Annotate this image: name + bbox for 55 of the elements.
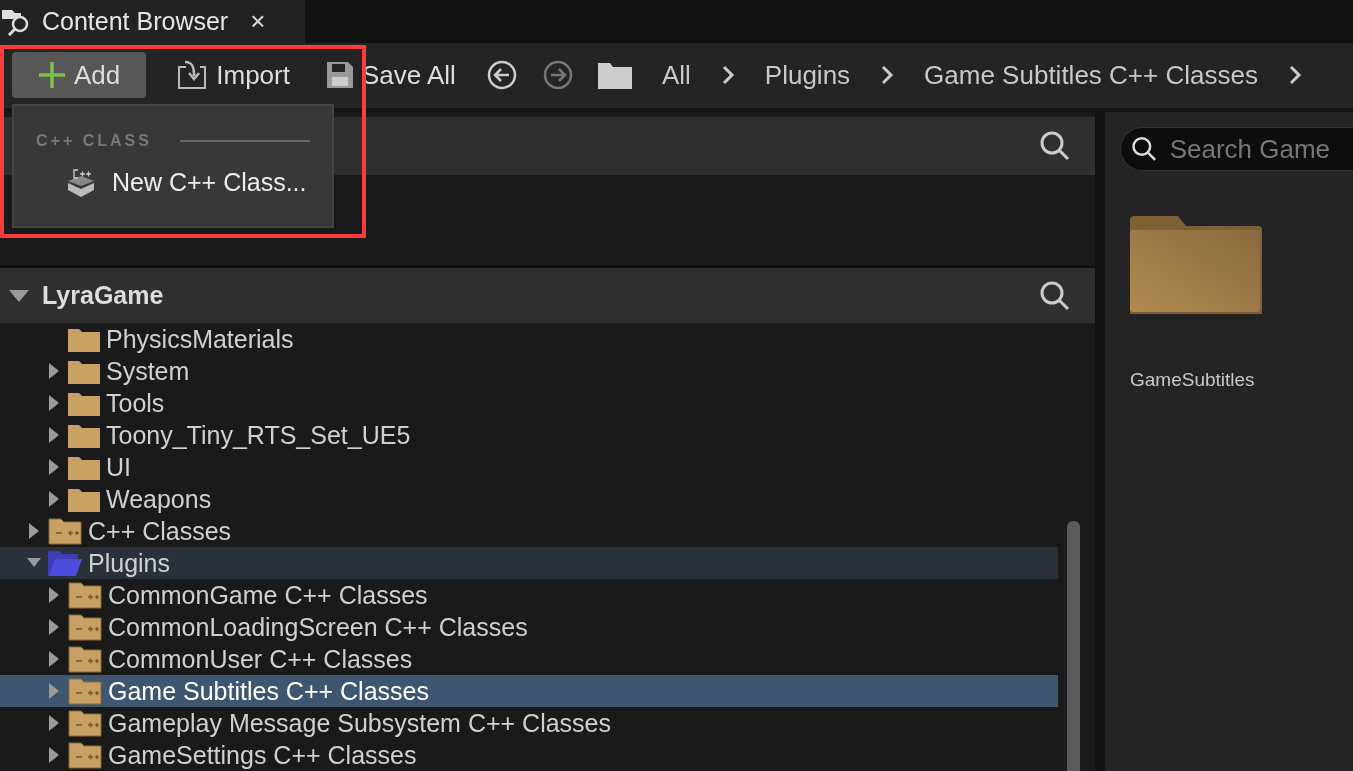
- folder-icon: [68, 486, 100, 512]
- tree-item[interactable]: Toony_Tiny_RTS_Set_UE5: [0, 419, 1058, 451]
- search-box[interactable]: Search Game: [1120, 127, 1353, 171]
- content-browser-tab[interactable]: Content Browser ×: [0, 0, 305, 43]
- import-icon: [176, 59, 209, 92]
- import-button[interactable]: Import: [170, 52, 296, 99]
- search-icon[interactable]: [1039, 130, 1071, 162]
- breadcrumb[interactable]: Plugins: [758, 59, 857, 91]
- code-folder-icon: [68, 613, 102, 641]
- code-folder-icon: [68, 709, 102, 737]
- cube-icon: [66, 168, 96, 197]
- close-button[interactable]: ×: [250, 5, 266, 37]
- chevron-right-icon: [1287, 64, 1302, 87]
- tree-root-label: LyraGame: [42, 281, 165, 310]
- tree-item[interactable]: GameSettings C++ Classes: [0, 739, 1058, 771]
- tree-item[interactable]: Weapons: [0, 483, 1058, 515]
- tree-item[interactable]: PhysicsMaterials: [0, 323, 1058, 355]
- tree-item[interactable]: UI: [0, 451, 1058, 483]
- tree-item[interactable]: Game Subtitles C++ Classes: [0, 675, 1058, 707]
- tree-item[interactable]: Gameplay Message Subsystem C++ Classes: [0, 707, 1058, 739]
- search-icon[interactable]: [1039, 279, 1071, 312]
- tab-title: Content Browser: [42, 6, 229, 36]
- caret-down-icon[interactable]: [8, 288, 30, 303]
- folder-icon: [68, 358, 100, 384]
- asset-label: GameSubtitles: [1130, 369, 1256, 391]
- tree-item[interactable]: Tools: [0, 387, 1058, 419]
- menu-section-label: C++ CLASS: [36, 132, 152, 150]
- folder-icon: [68, 326, 100, 352]
- folder-icon[interactable]: [1130, 216, 1262, 314]
- tree-item[interactable]: CommonUser C++ Classes: [0, 643, 1058, 675]
- folder-icon: [68, 390, 100, 416]
- chevron-right-icon: [720, 64, 735, 87]
- plus-icon: [38, 61, 66, 90]
- scrollbar-thumb[interactable]: [1067, 521, 1080, 771]
- tree-item[interactable]: System: [0, 355, 1058, 387]
- menu-item[interactable]: New C++ Class...: [36, 168, 310, 197]
- folder-icon: [68, 422, 100, 448]
- breadcrumb[interactable]: Game Subtitles C++ Classes: [918, 59, 1264, 91]
- tree-item[interactable]: C++ Classes: [0, 515, 1058, 547]
- folder-icon: [68, 454, 100, 480]
- breadcrumb[interactable]: All: [655, 59, 697, 91]
- chevron-right-icon: [880, 64, 895, 87]
- folder-icon: [597, 61, 632, 90]
- save-icon: [325, 61, 354, 90]
- tree-item[interactable]: CommonLoadingScreen C++ Classes: [0, 611, 1058, 643]
- open-folder-icon: [48, 550, 82, 576]
- tree-item[interactable]: Plugins: [0, 547, 1058, 579]
- code-folder-icon: [68, 677, 102, 705]
- search-field[interactable]: Search Game: [1167, 132, 1353, 166]
- tree-item[interactable]: CommonGame C++ Classes: [0, 579, 1058, 611]
- code-folder-icon: [68, 581, 102, 609]
- add-button[interactable]: Add: [12, 52, 147, 99]
- code-folder-icon: [68, 645, 102, 673]
- code-folder-icon: [48, 517, 82, 545]
- code-folder-icon: [68, 741, 102, 769]
